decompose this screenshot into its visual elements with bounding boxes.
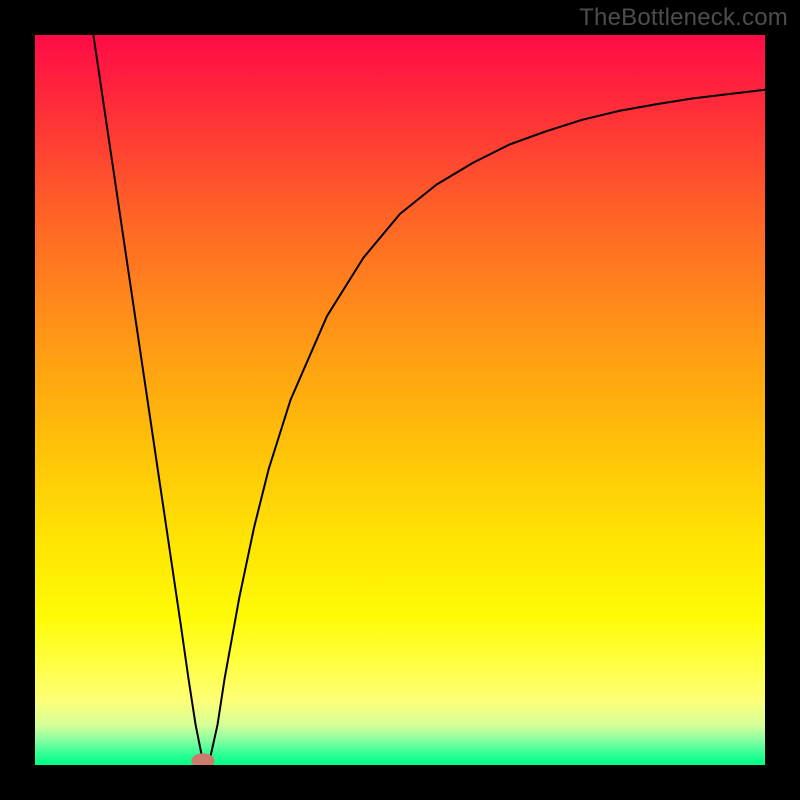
bottleneck-curve [93,35,765,761]
watermark-text: TheBottleneck.com [579,4,788,32]
chart-frame: TheBottleneck.com [0,0,800,800]
plot-area [35,35,765,765]
curve-layer [35,35,765,765]
